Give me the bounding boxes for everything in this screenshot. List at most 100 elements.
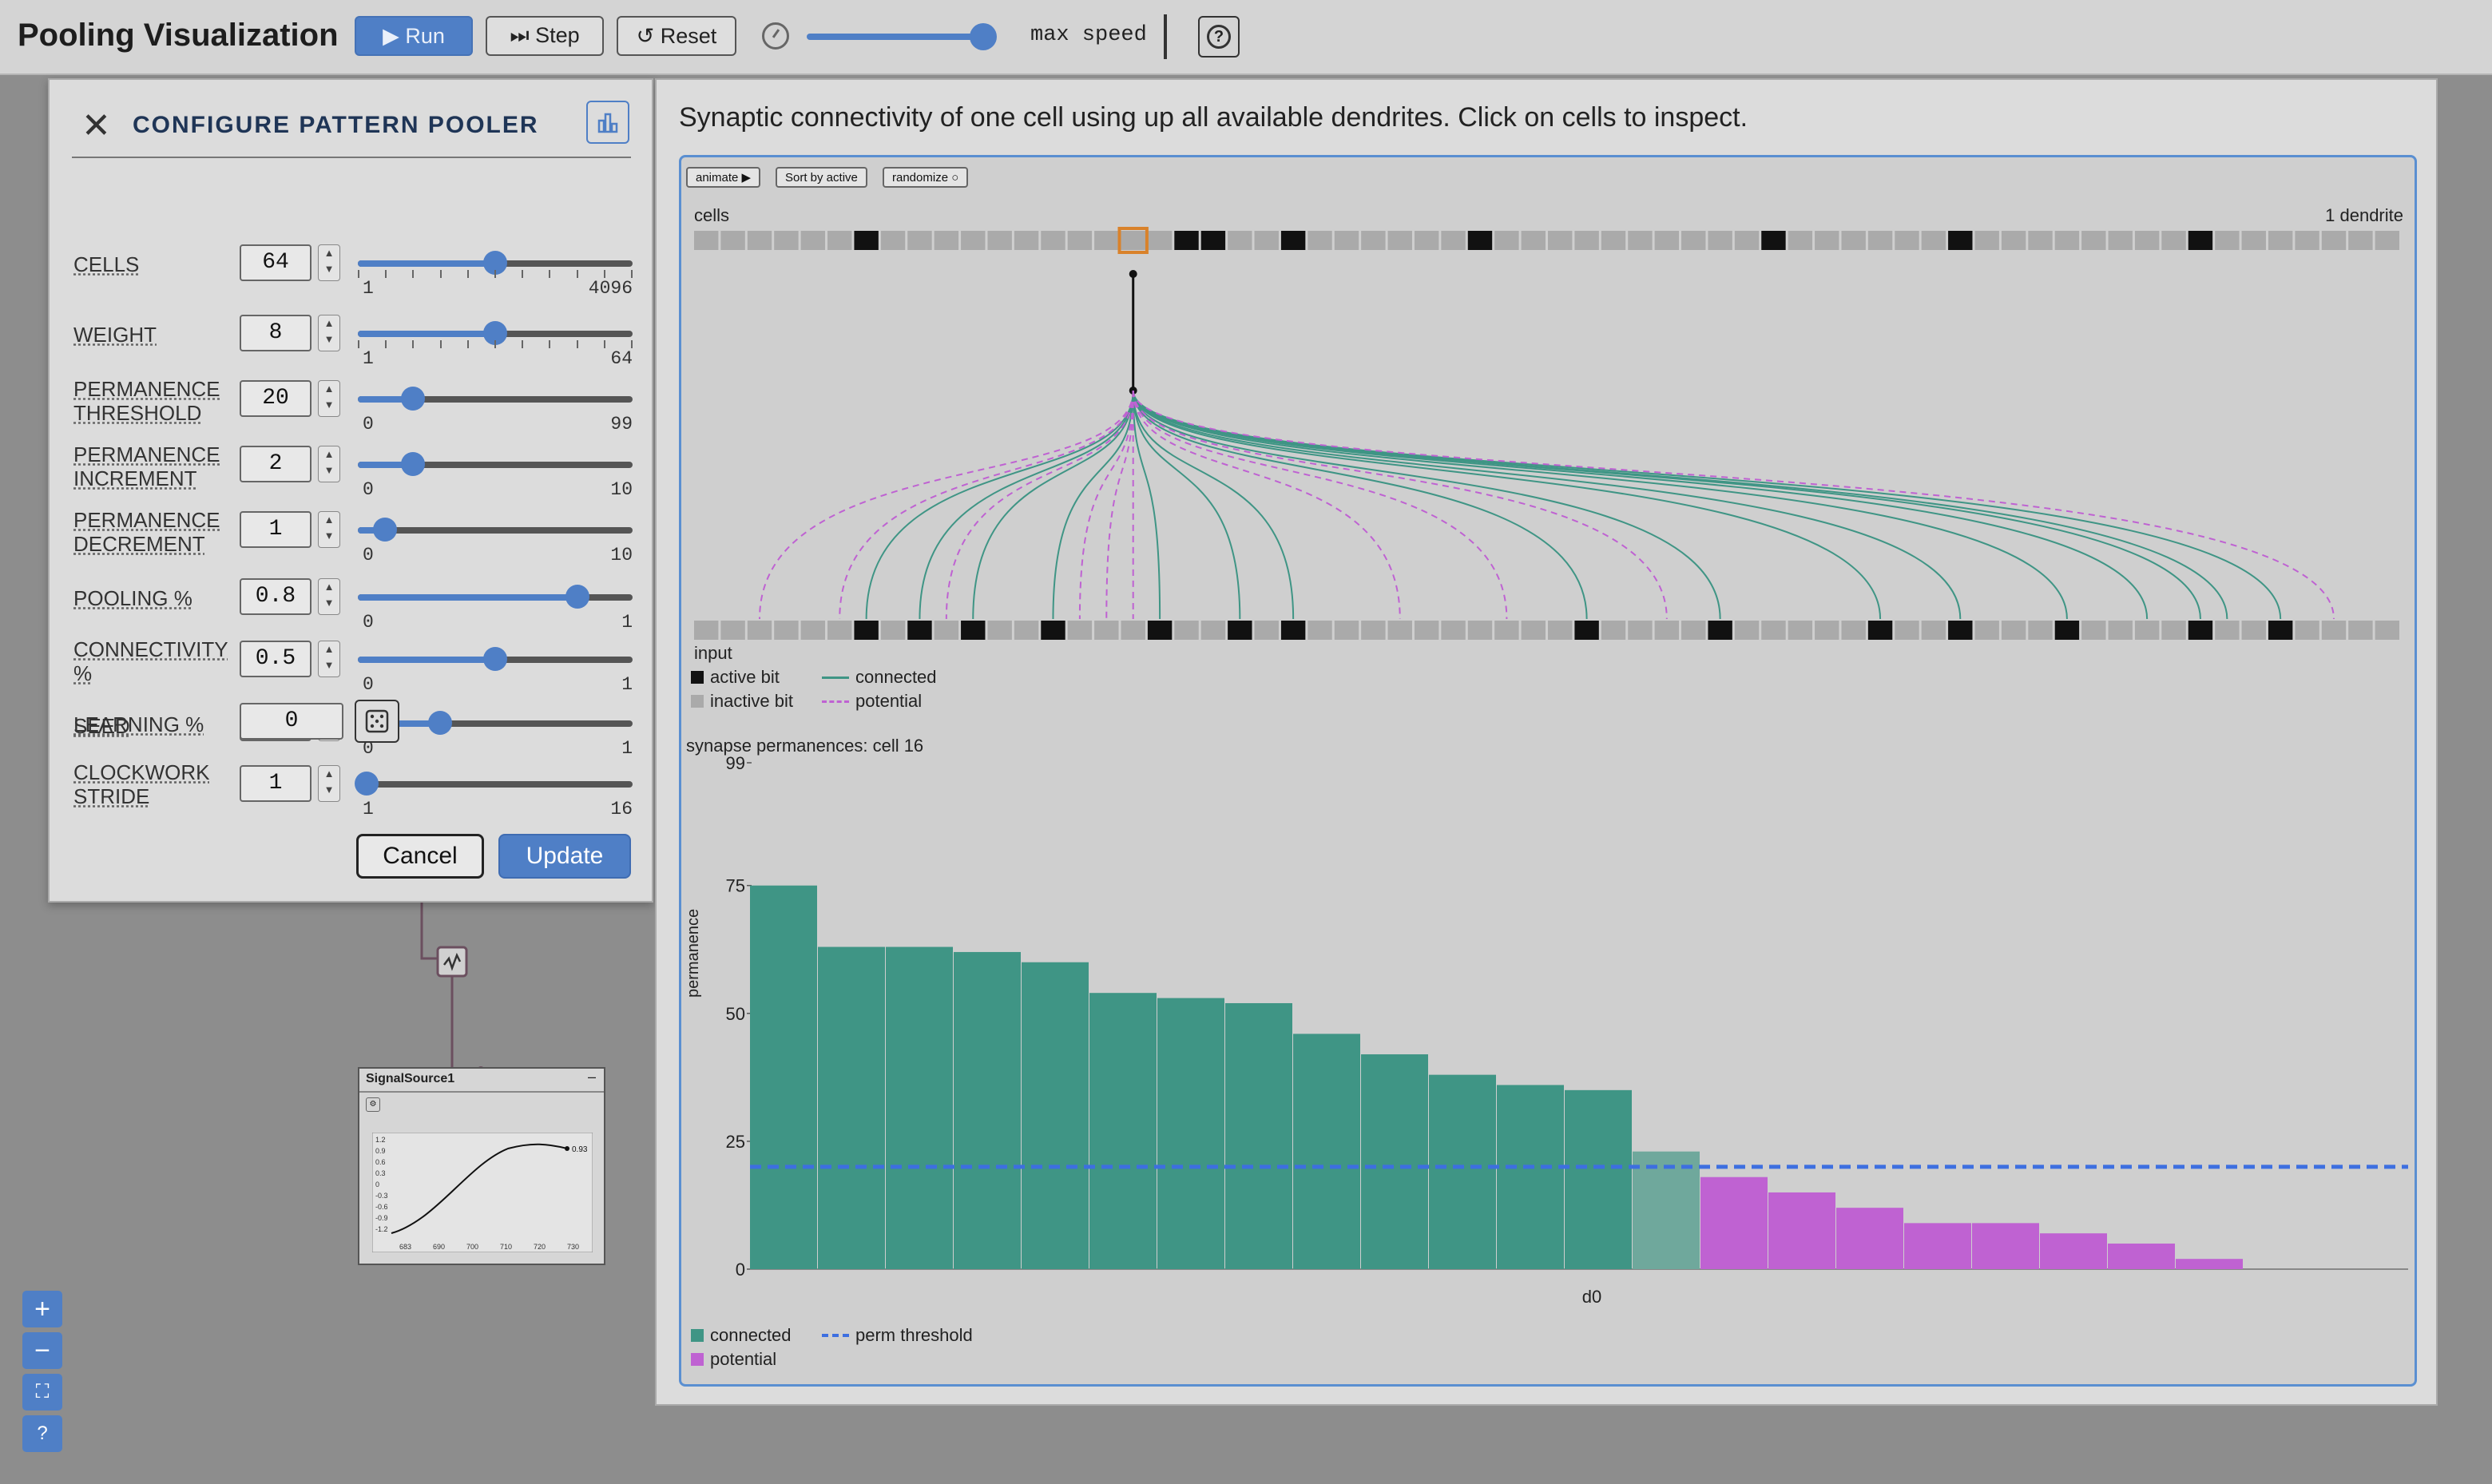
cell-bit[interactable]	[1548, 231, 1573, 250]
cell-bit[interactable]	[1708, 231, 1732, 250]
param-stepper[interactable]: ▲▼	[318, 641, 340, 677]
cell-bit[interactable]	[1734, 231, 1760, 250]
signal-source-node[interactable]: SignalSource1 – ⚙ 1.2 0.9 0.6 0.3 0 -0.3 -0.6 -…	[358, 1067, 605, 1265]
cell-bit[interactable]	[854, 231, 879, 250]
cell-bit[interactable]	[1841, 231, 1866, 250]
param-stepper[interactable]: ▲▼	[318, 315, 340, 351]
cell-bit[interactable]	[2001, 231, 2026, 250]
speed-slider[interactable]	[807, 34, 986, 40]
cell-bit[interactable]	[2028, 231, 2053, 250]
cell-bit[interactable]	[1174, 231, 1199, 250]
cell-bit[interactable]	[2375, 231, 2399, 250]
cell-bit[interactable]	[1521, 231, 1546, 250]
cell-bit[interactable]	[880, 231, 906, 250]
cell-bit[interactable]	[1681, 231, 1706, 250]
cell-bit[interactable]	[1761, 231, 1786, 250]
cell-bit[interactable]	[1921, 231, 1946, 250]
cell-bit[interactable]	[1974, 231, 1999, 250]
reset-button[interactable]: ↺ Reset	[617, 16, 736, 56]
speed-slider-thumb[interactable]	[970, 23, 997, 50]
zoom-in-button[interactable]: +	[22, 1291, 62, 1327]
cell-bit[interactable]	[694, 231, 719, 250]
randomize-seed-button[interactable]	[355, 700, 399, 743]
param-slider[interactable]	[358, 251, 633, 275]
cell-bit[interactable]	[1014, 231, 1039, 250]
cell-bit[interactable]	[961, 231, 986, 250]
cell-bit[interactable]	[1895, 231, 1919, 250]
cell-bit[interactable]	[1200, 231, 1226, 250]
slider-thumb[interactable]	[400, 452, 425, 476]
param-value-input[interactable]: 20	[240, 380, 312, 417]
param-stepper[interactable]: ▲▼	[318, 765, 340, 802]
cell-bit[interactable]	[1601, 231, 1626, 250]
param-stepper[interactable]: ▲▼	[318, 446, 340, 482]
cell-bit[interactable]	[987, 231, 1012, 250]
cell-bit[interactable]	[2215, 231, 2240, 250]
param-value-input[interactable]: 2	[240, 446, 312, 482]
cell-bit[interactable]	[827, 231, 852, 250]
cell-bit[interactable]	[720, 231, 745, 250]
cell-bit[interactable]	[2188, 231, 2213, 250]
cell-bit[interactable]	[1308, 231, 1332, 250]
cell-bit[interactable]	[2268, 231, 2293, 250]
cell-bit[interactable]	[1948, 231, 1973, 250]
cell-bit[interactable]	[1094, 231, 1119, 250]
slider-thumb[interactable]	[565, 585, 590, 609]
cell-bit[interactable]	[934, 231, 959, 250]
close-icon[interactable]: ✕	[81, 109, 111, 144]
cell-bit[interactable]	[2081, 231, 2106, 250]
signal-edge-icon[interactable]	[436, 946, 468, 978]
cell-bit[interactable]	[1414, 231, 1439, 250]
cell-bit[interactable]	[2321, 231, 2347, 250]
param-value-input[interactable]: 0.5	[240, 641, 312, 677]
update-button[interactable]: Update	[498, 834, 631, 879]
fit-view-button[interactable]: ⛶	[22, 1374, 62, 1411]
cell-bit[interactable]	[2241, 231, 2266, 250]
cell-bit[interactable]	[1361, 231, 1386, 250]
step-button[interactable]: ⏭ Step	[486, 16, 604, 56]
slider-thumb[interactable]	[355, 772, 379, 796]
param-value-input[interactable]: 0.8	[240, 578, 312, 615]
cell-bit[interactable]	[2161, 231, 2186, 250]
param-stepper[interactable]: ▲▼	[318, 244, 340, 281]
param-slider[interactable]	[358, 321, 633, 345]
run-button[interactable]: ▶ Run	[355, 16, 473, 56]
cell-bit[interactable]	[1280, 231, 1306, 250]
param-stepper[interactable]: ▲▼	[318, 578, 340, 615]
cell-bit[interactable]	[1867, 231, 1893, 250]
chart-view-button[interactable]	[586, 101, 629, 144]
param-stepper[interactable]: ▲▼	[318, 380, 340, 417]
cell-bit[interactable]	[1228, 231, 1252, 250]
stride-slider[interactable]	[355, 772, 633, 796]
cell-bit[interactable]	[1041, 231, 1065, 250]
param-value-input[interactable]: 64	[240, 244, 312, 281]
cell-bit[interactable]	[1467, 231, 1493, 250]
slider-thumb[interactable]	[483, 647, 507, 671]
cell-bit[interactable]	[2108, 231, 2133, 250]
param-slider[interactable]	[358, 518, 633, 542]
cell-bit[interactable]	[1387, 231, 1412, 250]
cell-bit[interactable]	[1147, 231, 1173, 250]
param-slider[interactable]	[358, 647, 633, 671]
cell-bit[interactable]	[1441, 231, 1466, 250]
zoom-out-button[interactable]: −	[22, 1332, 62, 1369]
node-settings-icon[interactable]: ⚙	[366, 1097, 380, 1112]
cell-bit[interactable]	[1067, 231, 1093, 250]
param-value-input[interactable]: 1	[240, 511, 312, 548]
param-slider[interactable]	[358, 452, 633, 476]
node-collapse-icon[interactable]: –	[588, 1069, 596, 1085]
cell-bit[interactable]	[1254, 231, 1279, 250]
cell-bit[interactable]	[2348, 231, 2373, 250]
stride-input[interactable]: 1	[240, 765, 312, 802]
cell-bit[interactable]	[2054, 231, 2080, 250]
cell-bit[interactable]	[1788, 231, 1813, 250]
canvas-help-button[interactable]: ?	[22, 1415, 62, 1452]
cell-bit[interactable]	[1574, 231, 1599, 250]
param-slider[interactable]	[358, 387, 633, 411]
cell-bit[interactable]	[747, 231, 772, 250]
cell-bit[interactable]	[1121, 231, 1145, 250]
cell-bit[interactable]	[1494, 231, 1519, 250]
cell-bit[interactable]	[2295, 231, 2319, 250]
param-value-input[interactable]: 8	[240, 315, 312, 351]
seed-input[interactable]: 0	[240, 703, 343, 740]
